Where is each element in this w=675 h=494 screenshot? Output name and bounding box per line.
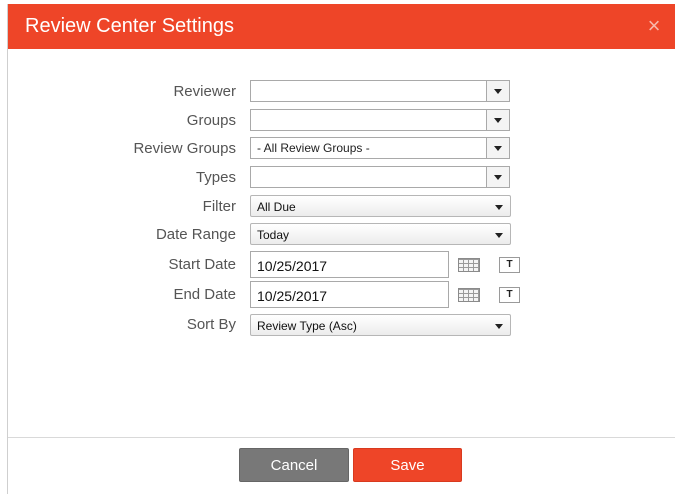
types-dropdown-button[interactable] xyxy=(486,167,509,187)
review-groups-label: Review Groups xyxy=(133,140,236,157)
start-date-label: Start Date xyxy=(168,256,236,273)
dialog-title: Review Center Settings xyxy=(25,15,234,37)
groups-dropdown-button[interactable] xyxy=(486,110,509,130)
filter-value: All Due xyxy=(257,200,296,214)
types-label: Types xyxy=(195,169,236,186)
filter-select[interactable]: All Due xyxy=(250,195,511,217)
start-date-calendar-icon[interactable] xyxy=(458,258,480,272)
review-groups-dropdown-button[interactable] xyxy=(486,138,509,158)
reviewer-dropdown-button[interactable] xyxy=(486,81,509,101)
review-groups-combobox[interactable]: - All Review Groups - xyxy=(250,137,510,159)
end-date-input[interactable]: 10/25/2017 xyxy=(250,281,449,308)
date-range-select[interactable]: Today xyxy=(250,223,511,245)
groups-label: Groups xyxy=(186,112,236,129)
start-date-today-button[interactable]: T xyxy=(499,257,520,273)
close-icon[interactable]: × xyxy=(644,15,664,37)
filter-label: Filter xyxy=(202,198,236,215)
types-combobox[interactable] xyxy=(250,166,510,188)
reviewer-label: Reviewer xyxy=(173,83,236,100)
chevron-down-icon xyxy=(495,233,503,238)
end-date-calendar-icon[interactable] xyxy=(458,288,480,302)
groups-combobox[interactable] xyxy=(250,109,510,131)
chevron-down-icon xyxy=(494,175,502,180)
sort-by-value: Review Type (Asc) xyxy=(257,319,357,333)
sort-by-label: Sort By xyxy=(186,316,236,333)
review-groups-value: - All Review Groups - xyxy=(257,141,370,155)
chevron-down-icon xyxy=(495,205,503,210)
end-date-today-button[interactable]: T xyxy=(499,287,520,303)
save-button[interactable]: Save xyxy=(353,448,462,482)
reviewer-combobox[interactable] xyxy=(250,80,510,102)
chevron-down-icon xyxy=(494,118,502,123)
end-date-value: 10/25/2017 xyxy=(257,288,328,304)
review-center-settings-dialog: Review Center Settings × Reviewer Groups… xyxy=(7,4,675,494)
start-date-input[interactable]: 10/25/2017 xyxy=(250,251,449,278)
chevron-down-icon xyxy=(494,146,502,151)
chevron-down-icon xyxy=(495,324,503,329)
start-date-value: 10/25/2017 xyxy=(257,258,328,274)
sort-by-select[interactable]: Review Type (Asc) xyxy=(250,314,511,336)
date-range-label: Date Range xyxy=(155,226,236,243)
date-range-value: Today xyxy=(257,228,290,242)
footer-divider xyxy=(8,437,675,438)
chevron-down-icon xyxy=(494,89,502,94)
cancel-button[interactable]: Cancel xyxy=(239,448,349,482)
dialog-titlebar: Review Center Settings × xyxy=(8,4,675,49)
end-date-label: End Date xyxy=(173,286,236,303)
